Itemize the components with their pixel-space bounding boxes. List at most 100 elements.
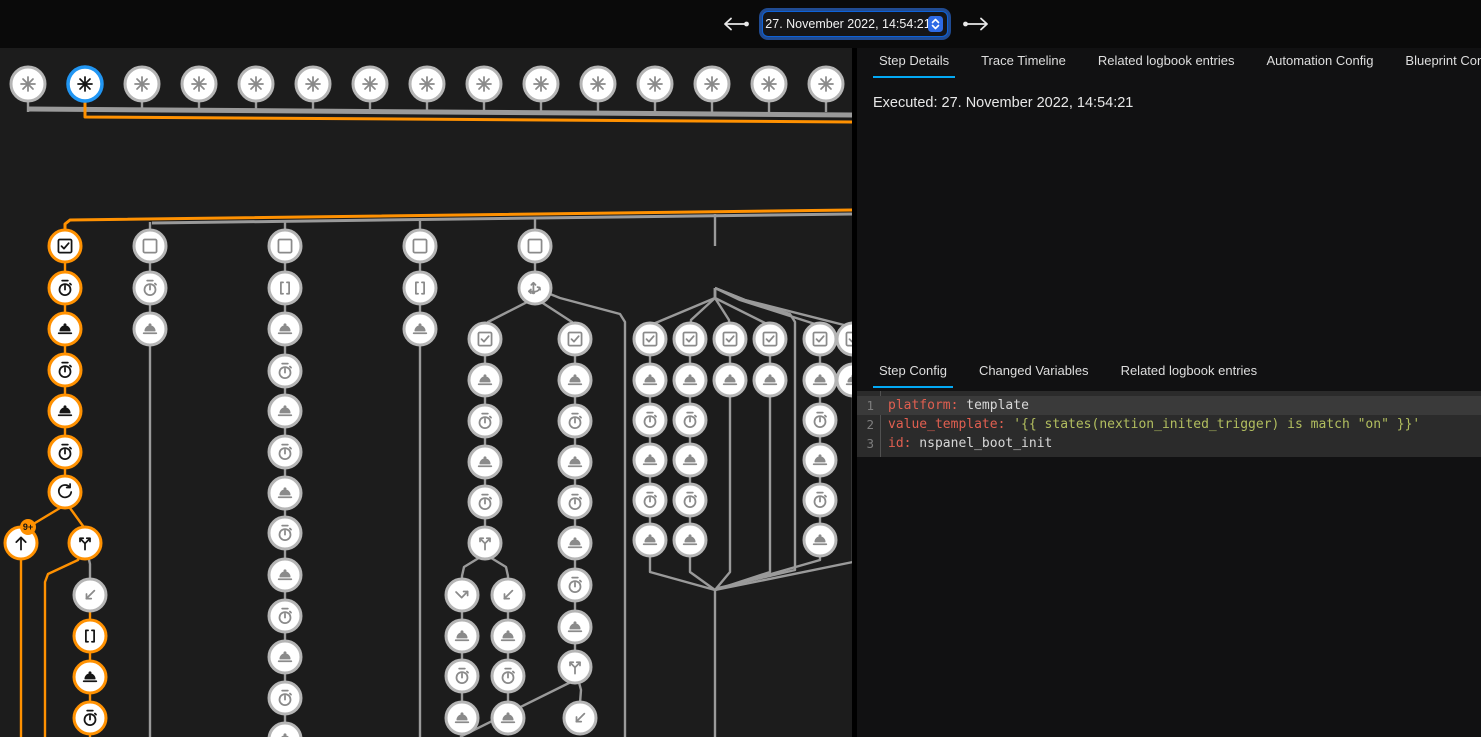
trace-node-call-missed[interactable] [446,579,478,611]
trace-node-bell[interactable] [559,364,591,396]
trace-node-asterisk[interactable] [581,67,615,101]
trace-node-checkbox-marked[interactable] [559,323,591,355]
tab-step-config[interactable]: Step Config [873,363,953,388]
trace-node-choose[interactable] [519,272,551,304]
trace-node-checkbox-marked[interactable] [804,323,836,355]
trace-node-timer[interactable] [446,660,478,692]
trace-node-asterisk[interactable] [182,67,216,101]
tab-automation-config[interactable]: Automation Config [1260,53,1379,78]
trace-node-brackets[interactable] [269,272,301,304]
trace-node-asterisk[interactable] [125,67,159,101]
trace-node-arrow-bottom-left[interactable] [564,702,596,734]
trace-node-asterisk[interactable] [809,67,843,101]
tab-blueprint-config[interactable]: Blueprint Config [1399,53,1481,78]
trace-node-bell[interactable] [269,313,301,345]
trace-node-timer[interactable] [559,569,591,601]
trace-node-call-split[interactable] [559,651,591,683]
trace-node-timer[interactable] [559,486,591,518]
trace-node-checkbox-marked[interactable] [469,323,501,355]
trace-node-asterisk[interactable] [752,67,786,101]
trace-node-checkbox-blank[interactable] [519,230,551,262]
tab-trace-timeline[interactable]: Trace Timeline [975,53,1072,78]
trace-node-call-split[interactable] [69,527,101,559]
trace-node-bell[interactable] [269,559,301,591]
trace-node-bell[interactable] [714,364,746,396]
trace-node-bell[interactable] [269,477,301,509]
trace-node-arrow-bottom-left[interactable] [492,579,524,611]
trace-node-asterisk[interactable] [695,67,729,101]
trace-node-checkbox-marked[interactable] [714,323,746,355]
trace-node-bell[interactable] [269,641,301,673]
trace-node-bell[interactable] [446,620,478,652]
trace-node-asterisk[interactable] [410,67,444,101]
trace-node-timer[interactable] [269,517,301,549]
trace-node-bell[interactable] [634,364,666,396]
trace-node-call-split[interactable] [469,527,501,559]
trace-node-bell[interactable] [269,395,301,427]
trace-node-timer[interactable] [559,405,591,437]
trace-node-timer[interactable] [674,484,706,516]
trace-node-bell[interactable] [754,364,786,396]
trace-node-bell[interactable] [804,364,836,396]
trace-node-brackets[interactable] [404,272,436,304]
trace-node-bell[interactable] [674,524,706,556]
trace-node-timer[interactable] [469,486,501,518]
trace-node-timer[interactable] [49,436,81,468]
trace-node-asterisk[interactable] [638,67,672,101]
trace-node-timer[interactable] [74,702,106,734]
run-select[interactable]: 27. November 2022, 14:54:21 [762,11,948,37]
trace-node-bell[interactable] [559,446,591,478]
trace-node-bell[interactable] [492,702,524,734]
trace-node-bell[interactable] [837,364,852,396]
trace-node-arrow-bottom-left[interactable] [74,579,106,611]
trace-node-brackets[interactable] [74,620,106,652]
trace-node-asterisk[interactable] [296,67,330,101]
trace-node-timer[interactable] [492,660,524,692]
trace-node-bell[interactable] [559,527,591,559]
trace-node-timer[interactable] [804,484,836,516]
trace-node-timer[interactable] [269,682,301,714]
trace-node-bell[interactable] [492,620,524,652]
tab-related-logbook-entries[interactable]: Related logbook entries [1115,363,1264,388]
trace-node-timer[interactable] [269,600,301,632]
trace-node-checkbox-marked[interactable] [634,323,666,355]
trace-node-asterisk[interactable] [467,67,501,101]
trace-node-checkbox-blank[interactable] [134,230,166,262]
trace-node-asterisk[interactable] [353,67,387,101]
trace-node-bell[interactable] [674,444,706,476]
trace-node-bell[interactable] [446,702,478,734]
step-config-code[interactable]: 1platform: template2value_template: '{{ … [857,391,1481,457]
trace-node-asterisk[interactable] [239,67,273,101]
trace-node-asterisk[interactable] [68,67,102,101]
trace-node-bell[interactable] [74,661,106,693]
trace-node-checkbox-blank[interactable] [269,230,301,262]
trace-node-timer[interactable] [269,355,301,387]
trace-node-bell[interactable] [269,723,301,737]
trace-node-timer[interactable] [269,436,301,468]
trace-node-bell[interactable] [804,444,836,476]
trace-node-bell[interactable] [134,313,166,345]
trace-node-timer[interactable] [49,272,81,304]
trace-node-checkbox-marked[interactable] [49,230,81,262]
trace-node-checkbox-blank[interactable] [404,230,436,262]
trace-node-bell[interactable] [804,524,836,556]
trace-node-bell[interactable] [634,444,666,476]
trace-node-repeat[interactable] [49,476,81,508]
tab-changed-variables[interactable]: Changed Variables [973,363,1095,388]
tab-step-details[interactable]: Step Details [873,53,955,78]
trace-node-bell[interactable] [49,313,81,345]
trace-node-timer[interactable] [634,404,666,436]
trace-node-timer[interactable] [49,354,81,386]
trace-node-bell[interactable] [404,313,436,345]
trace-node-timer[interactable] [674,404,706,436]
trace-node-timer[interactable] [634,484,666,516]
trace-node-bell[interactable] [559,611,591,643]
tab-related-logbook-entries[interactable]: Related logbook entries [1092,53,1241,78]
trace-node-bell[interactable] [469,446,501,478]
trace-node-timer[interactable] [804,404,836,436]
trace-node-bell[interactable] [49,395,81,427]
trace-node-asterisk[interactable] [11,67,45,101]
trace-node-asterisk[interactable] [524,67,558,101]
trace-node-bell[interactable] [469,364,501,396]
next-run-button[interactable] [962,17,992,31]
